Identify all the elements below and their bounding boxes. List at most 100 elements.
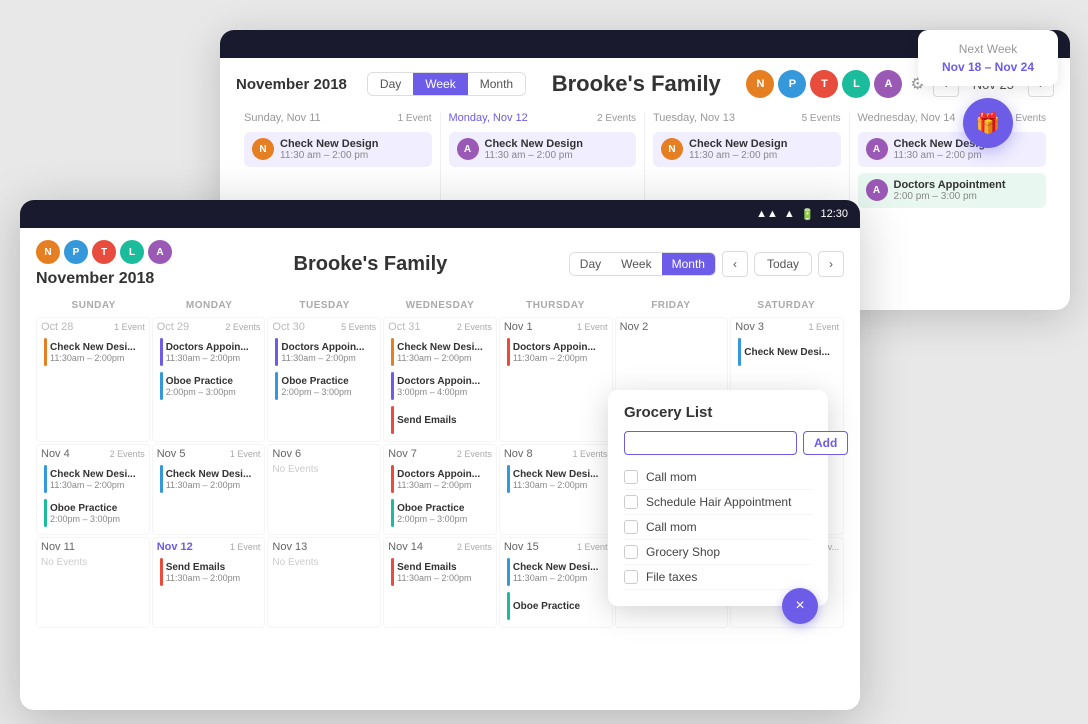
tab-month-front[interactable]: Month [662,253,715,275]
cell-oct30[interactable]: Oct 30 5 Events Doctors Appoin... 11:30a… [267,317,381,442]
grocery-close-btn[interactable]: × [782,588,818,624]
event-bar [391,558,394,586]
ev-title: Send Emails [397,562,471,573]
back-event-sun-1[interactable]: N Check New Design 11:30 am – 2:00 pm [244,132,432,167]
back-event-mon-1[interactable]: A Check New Design 11:30 am – 2:00 pm [449,132,637,167]
grocery-item-4[interactable]: Grocery Shop [624,540,812,565]
weekday-headers: SUNDAY MONDAY TUESDAY WEDNESDAY THURSDAY… [36,298,844,313]
cell-header-nov3: Nov 3 1 Event [735,321,839,333]
cell-nov13[interactable]: Nov 13 No Events [267,537,381,628]
avatar-t-front: T [92,240,116,264]
week-view-tabs[interactable]: Day Week Month [367,72,526,96]
front-view-tabs[interactable]: Day Week Month [569,252,716,276]
grocery-item-2[interactable]: Schedule Hair Appointment [624,490,812,515]
grocery-checkbox-5[interactable] [624,570,638,584]
cell-event-oct29-2[interactable]: Oboe Practice 2:00pm – 3:00pm [157,370,261,402]
prev-month-btn[interactable]: ‹ [722,251,748,277]
grocery-checkbox-3[interactable] [624,520,638,534]
cell-count-nov1: 1 Event [577,322,608,332]
cell-event-nov12-1[interactable]: Send Emails 11:30am – 2:00pm [157,556,261,588]
day-name-sun: Sunday, Nov 11 [244,112,321,124]
grocery-item-3[interactable]: Call mom [624,515,812,540]
cell-nov8[interactable]: Nov 8 1 Events Check New Desi... 11:30am… [499,444,613,535]
cell-event-nov3-1[interactable]: Check New Desi... [735,336,839,368]
ev-title: Check New Desi... [513,469,599,480]
back-event-wed-2[interactable]: A Doctors Appointment 2:00 pm – 3:00 pm [858,173,1047,208]
cell-nov4[interactable]: Nov 4 2 Events Check New Desi... 11:30am… [36,444,150,535]
cell-date-nov3: Nov 3 [735,321,764,333]
today-btn[interactable]: Today [754,252,812,276]
cell-oct29[interactable]: Oct 29 2 Events Doctors Appoin... 11:30a… [152,317,266,442]
day-header-sun: Sunday, Nov 11 1 Event [244,112,432,124]
tab-month-back[interactable]: Month [468,73,525,95]
cell-nov12[interactable]: Nov 12 1 Event Send Emails 11:30am – 2:0… [152,537,266,628]
cell-count-nov7: 2 Events [457,449,492,459]
cell-event-nov15-2[interactable]: Oboe Practice [504,590,608,622]
cell-count-oct28: 1 Event [114,322,145,332]
next-month-btn[interactable]: › [818,251,844,277]
grocery-item-5[interactable]: File taxes [624,565,812,590]
cell-event-oct29-1[interactable]: Doctors Appoin... 11:30am – 2:00pm [157,336,261,368]
time-front: 12:30 [820,208,848,220]
cell-event-oct30-1[interactable]: Doctors Appoin... 11:30am – 2:00pm [272,336,376,368]
tab-day-front[interactable]: Day [570,253,611,275]
cell-event-nov1-1[interactable]: Doctors Appoin... 11:30am – 2:00pm [504,336,608,368]
ev-time: 2:00pm – 3:00pm [50,514,120,524]
grocery-item-1[interactable]: Call mom [624,465,812,490]
fab-button[interactable]: 🎁 [963,98,1013,148]
cell-event-info: Oboe Practice 2:00pm – 3:00pm [50,503,120,524]
event-bar [44,465,47,493]
cell-nov5[interactable]: Nov 5 1 Event Check New Desi... 11:30am … [152,444,266,535]
event-bar [507,465,510,493]
ev-title: Oboe Practice [166,376,236,387]
cell-event-oct28-1[interactable]: Check New Desi... 11:30am – 2:00pm [41,336,145,368]
cell-nov6[interactable]: Nov 6 No Events [267,444,381,535]
grocery-checkbox-4[interactable] [624,545,638,559]
cell-nov1[interactable]: Nov 1 1 Event Doctors Appoin... 11:30am … [499,317,613,442]
cell-event-nov4-1[interactable]: Check New Desi... 11:30am – 2:00pm [41,463,145,495]
cell-nov7[interactable]: Nov 7 2 Events Doctors Appoin... 11:30am… [383,444,497,535]
back-event-info-sun-1: Check New Design 11:30 am – 2:00 pm [280,138,378,161]
grocery-input-field[interactable] [624,431,797,455]
back-event-tue-1[interactable]: N Check New Design 11:30 am – 2:00 pm [653,132,841,167]
cell-nov11[interactable]: Nov 11 No Events [36,537,150,628]
event-title-mon-1: Check New Design [485,138,583,150]
cell-event-nov7-1[interactable]: Doctors Appoin... 11:30am – 2:00pm [388,463,492,495]
avatar-t-back: T [810,70,838,98]
cell-event-info: Send Emails 11:30am – 2:00pm [166,562,240,583]
cell-date-oct31: Oct 31 [388,321,420,333]
grocery-label-4: Grocery Shop [646,545,720,559]
cell-header-nov2: Nov 2 [620,321,724,333]
event-title-tue-1: Check New Design [689,138,787,150]
cell-event-nov7-2[interactable]: Oboe Practice 2:00pm – 3:00pm [388,497,492,529]
cell-event-info: Oboe Practice 2:00pm – 3:00pm [397,503,467,524]
cell-event-oct30-2[interactable]: Oboe Practice 2:00pm – 3:00pm [272,370,376,402]
grocery-checkbox-2[interactable] [624,495,638,509]
status-bar-front: ▲▲ ▲ 🔋 12:30 [756,208,848,221]
cell-nov15[interactable]: Nov 15 1 Event Check New Desi... 11:30am… [499,537,613,628]
cell-header-nov6: Nov 6 [272,448,376,460]
cell-event-nov5-1[interactable]: Check New Desi... 11:30am – 2:00pm [157,463,261,495]
tab-week-back[interactable]: Week [413,73,467,95]
cell-count-nov12: 1 Event [230,542,261,552]
tab-week-front[interactable]: Week [611,253,661,275]
header-thu: THURSDAY [498,298,613,313]
cell-event-oct31-1[interactable]: Check New Desi... 11:30am – 2:00pm [388,336,492,368]
ev-title: Doctors Appoin... [166,342,249,353]
signal-icon-front: ▲▲ [756,208,778,220]
event-bar [275,338,278,366]
day-count-tue: 5 Events [802,113,841,124]
grocery-add-btn[interactable]: Add [803,431,848,455]
grocery-checkbox-1[interactable] [624,470,638,484]
cell-event-nov14-1[interactable]: Send Emails 11:30am – 2:00pm [388,556,492,588]
cell-oct31[interactable]: Oct 31 2 Events Check New Desi... 11:30a… [383,317,497,442]
cell-event-oct31-2[interactable]: Doctors Appoin... 3:00pm – 4:00pm [388,370,492,402]
cell-event-nov15-1[interactable]: Check New Desi... 11:30am – 2:00pm [504,556,608,588]
cell-oct28[interactable]: Oct 28 1 Event Check New Desi... 11:30am… [36,317,150,442]
cell-nov14[interactable]: Nov 14 2 Events Send Emails 11:30am – 2:… [383,537,497,628]
cell-event-nov8-1[interactable]: Check New Desi... 11:30am – 2:00pm [504,463,608,495]
cell-event-oct31-3[interactable]: Send Emails [388,404,492,436]
cell-event-nov4-2[interactable]: Oboe Practice 2:00pm – 3:00pm [41,497,145,529]
next-week-card: Next Week Nov 18 – Nov 24 [918,30,1058,86]
tab-day-back[interactable]: Day [368,73,413,95]
